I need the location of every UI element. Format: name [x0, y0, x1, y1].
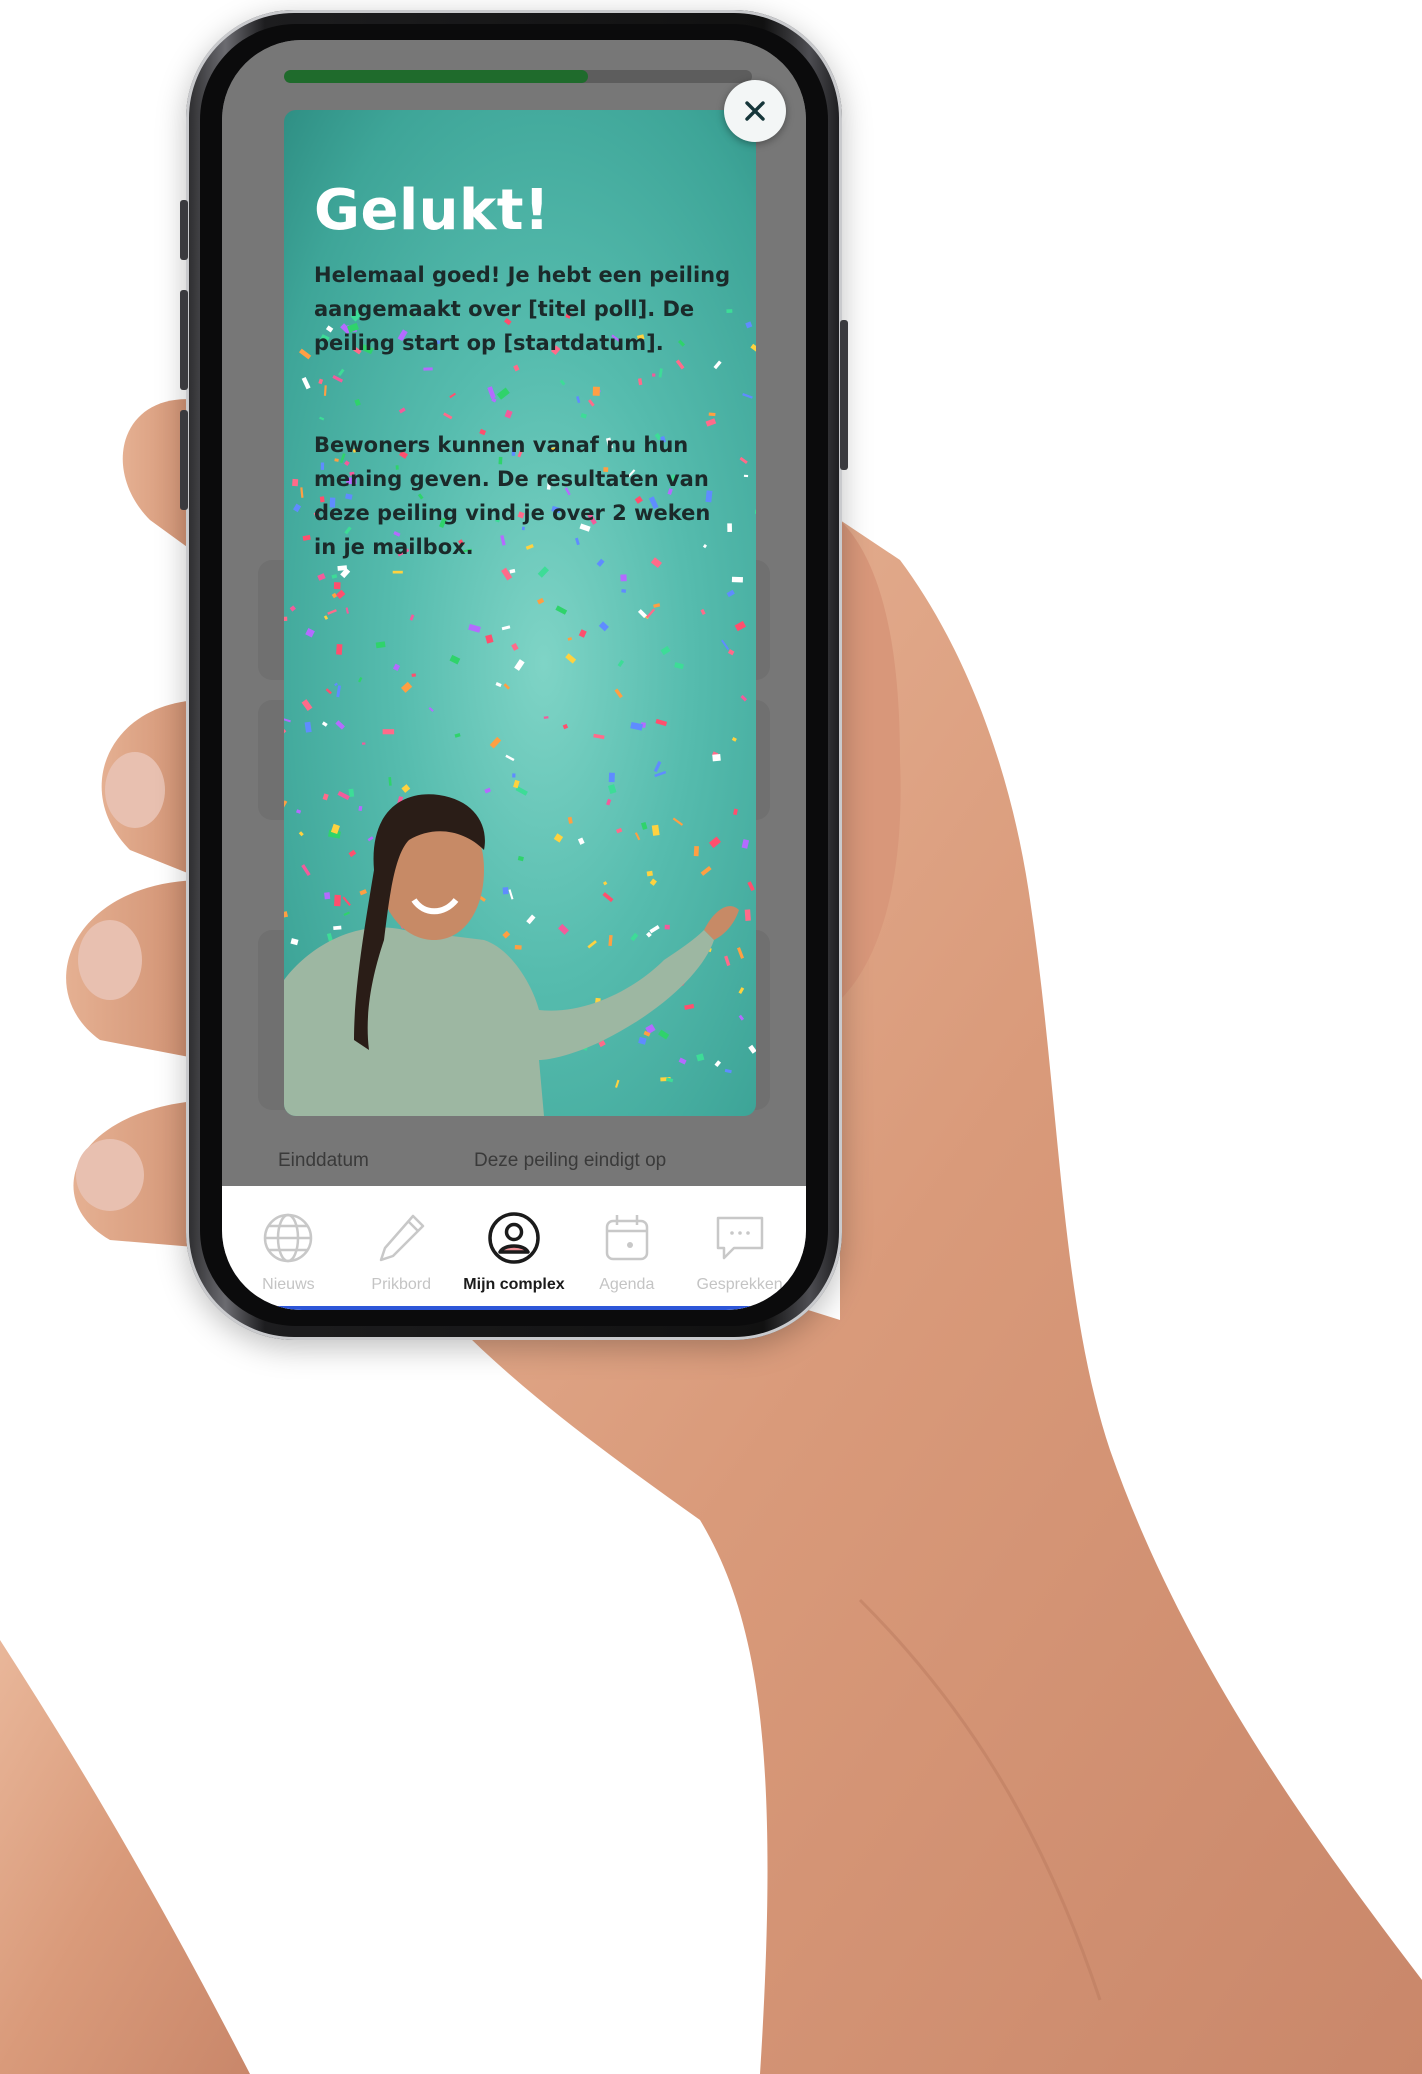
tab-label: Gesprekken — [696, 1276, 783, 1293]
user-circle-icon — [488, 1212, 540, 1264]
bottom-tab-bar: Nieuws Prikbord Mijn complex Agenda Gesp… — [222, 1186, 806, 1310]
volume-up-button — [180, 290, 188, 390]
tab-label: Agenda — [599, 1276, 655, 1293]
phone-frame: Einddatum Deze peiling eindigt op Gelukt… — [180, 10, 848, 1340]
calendar-icon — [605, 1215, 649, 1261]
phone-screen: Einddatum Deze peiling eindigt op Gelukt… — [222, 40, 806, 1310]
side-button — [180, 200, 188, 260]
enddate-label: Einddatum — [278, 1150, 369, 1171]
tab-prikbord[interactable]: Prikbord — [345, 1210, 457, 1294]
tab-label: Prikbord — [371, 1276, 431, 1293]
tab-label: Nieuws — [262, 1276, 315, 1293]
close-icon — [745, 101, 765, 121]
modal-paragraph-1: Helemaal goed! Je hebt een peiling aange… — [314, 263, 731, 355]
tab-agenda[interactable]: Agenda — [571, 1210, 683, 1294]
modal-title: Gelukt! — [314, 178, 551, 243]
modal-paragraph-2: Bewoners kunnen vanaf nu hun mening geve… — [314, 433, 711, 559]
power-button — [840, 320, 848, 470]
screen-edge-line — [222, 1306, 806, 1310]
stage: Einddatum Deze peiling eindigt op Gelukt… — [0, 0, 1422, 2074]
tab-nieuws[interactable]: Nieuws — [232, 1210, 344, 1294]
globe-icon — [264, 1213, 313, 1263]
tab-mijn-complex[interactable]: Mijn complex — [458, 1210, 570, 1294]
progress-fill — [284, 70, 589, 83]
pencil-icon — [379, 1214, 425, 1262]
progress-bar — [284, 70, 752, 83]
enddate-value: Deze peiling eindigt op — [474, 1150, 667, 1171]
close-button[interactable] — [724, 80, 786, 142]
chat-icon — [716, 1216, 763, 1260]
success-modal: Gelukt! Helemaal goed! Je hebt een peili… — [284, 110, 756, 1116]
volume-down-button — [180, 410, 188, 510]
tab-gesprekken[interactable]: Gesprekken — [684, 1210, 796, 1294]
tab-label: Mijn complex — [463, 1276, 565, 1293]
